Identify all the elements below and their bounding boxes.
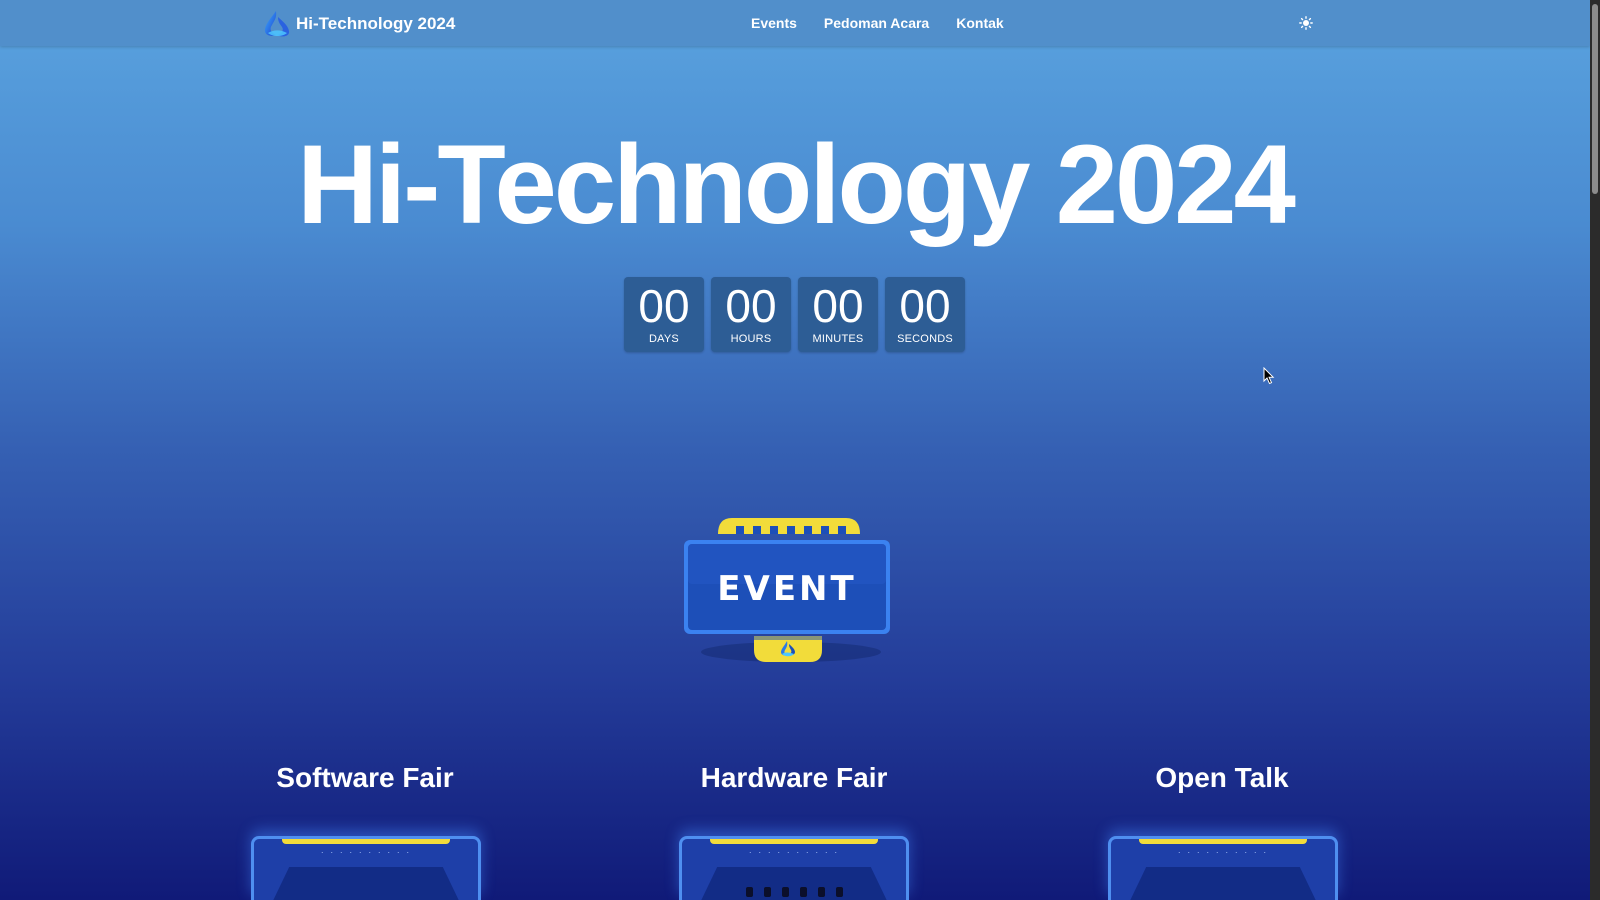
- theme-toggle-button[interactable]: [1296, 13, 1316, 33]
- card-dots: · · · · · · · · · ·: [1177, 847, 1269, 857]
- countdown-days: 00 DAYS: [624, 277, 704, 352]
- countdown-hours-value: 00: [725, 280, 777, 332]
- card-strip: [710, 839, 878, 844]
- countdown-days-label: DAYS: [649, 333, 679, 345]
- countdown-hours: 00 HOURS: [711, 277, 791, 352]
- section-title-open-talk: Open Talk: [1155, 762, 1289, 793]
- card-strip: [282, 839, 450, 844]
- card-marks: [682, 887, 906, 897]
- logo-icon: [264, 11, 290, 37]
- section-title-hardware-fair: Hardware Fair: [700, 762, 888, 793]
- countdown-days-value: 00: [638, 280, 690, 332]
- brand-link[interactable]: Hi-Technology 2024: [262, 9, 455, 39]
- card-strip: [1139, 839, 1307, 844]
- hardware-fair-card[interactable]: · · · · · · · · · ·: [679, 836, 909, 900]
- software-fair-card[interactable]: · · · · · · · · · ·: [251, 836, 481, 900]
- hero-title: Hi-Technology 2024: [297, 122, 1296, 247]
- countdown-timer: 00 DAYS 00 HOURS 00 MINUTES 00 SECONDS: [624, 277, 965, 352]
- scrollbar-thumb[interactable]: [1592, 4, 1598, 194]
- card-screen: [270, 867, 462, 900]
- section-title-software-fair: Software Fair: [276, 762, 454, 793]
- card-screen: [1127, 867, 1319, 900]
- navbar: Hi-Technology 2024 Events Pedoman Acara …: [0, 0, 1590, 46]
- countdown-seconds-label: SECONDS: [897, 333, 953, 345]
- nav-link-kontak[interactable]: Kontak: [956, 15, 1003, 31]
- nav-link-pedoman-acara[interactable]: Pedoman Acara: [824, 15, 929, 31]
- event-badge-label: EVENT: [717, 569, 856, 609]
- nav-link-events[interactable]: Events: [751, 15, 797, 31]
- event-badge-illustration: EVENT: [684, 518, 890, 662]
- countdown-minutes-value: 00: [812, 280, 864, 332]
- countdown-seconds: 00 SECONDS: [885, 277, 965, 352]
- card-dots: · · · · · · · · · ·: [748, 847, 840, 857]
- mouse-cursor-icon: [1263, 367, 1275, 385]
- page-scrollbar[interactable]: [1590, 0, 1600, 900]
- open-talk-card[interactable]: · · · · · · · · · ·: [1108, 836, 1338, 900]
- countdown-minutes: 00 MINUTES: [798, 277, 878, 352]
- card-dots: · · · · · · · · · ·: [320, 847, 412, 857]
- sun-icon: [1299, 16, 1313, 30]
- countdown-seconds-value: 00: [899, 280, 951, 332]
- brand-name: Hi-Technology 2024: [296, 14, 456, 33]
- nav-links: Events Pedoman Acara Kontak: [751, 0, 1004, 46]
- countdown-hours-label: HOURS: [730, 333, 772, 345]
- countdown-minutes-label: MINUTES: [812, 333, 864, 345]
